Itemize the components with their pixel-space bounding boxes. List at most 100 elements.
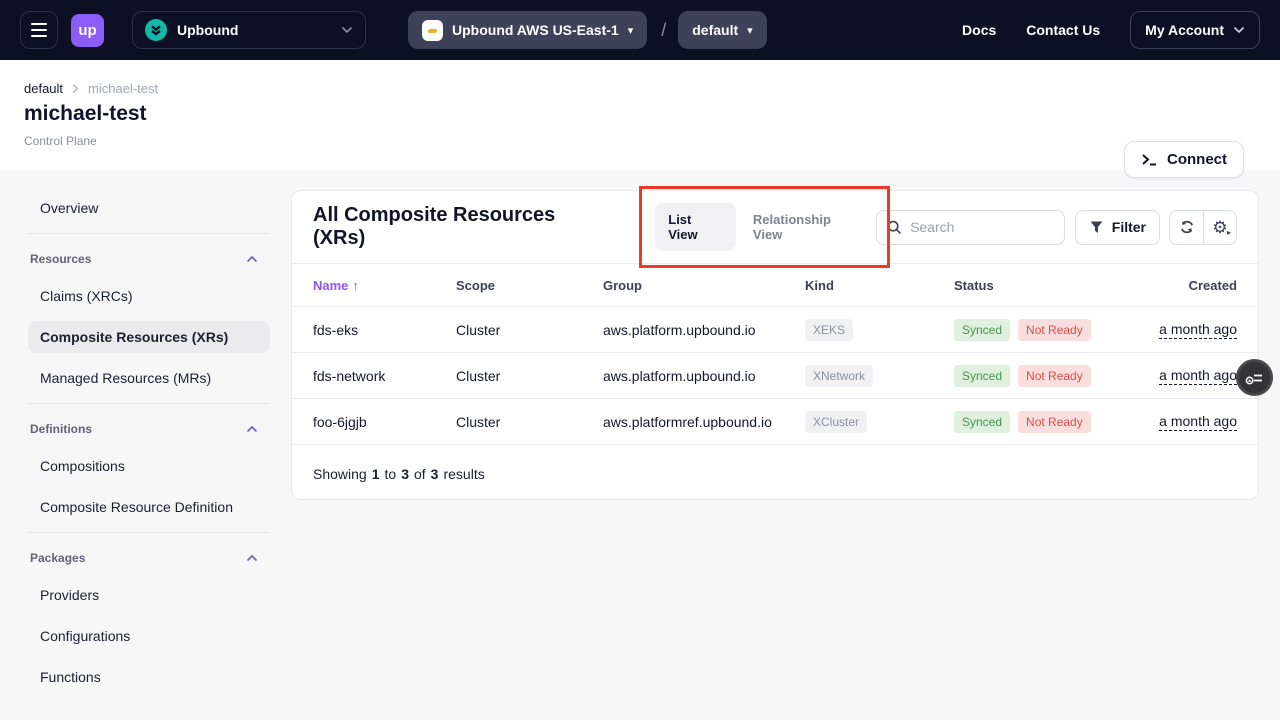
gear-icon: ⚙ [1212,219,1227,236]
sidebar-divider [28,233,270,234]
group-selector[interactable]: default ▾ [678,11,766,49]
cell-scope: Cluster [456,322,603,338]
breadcrumb-current: michael-test [88,81,158,96]
upbound-logo[interactable]: up [71,14,104,47]
organization-selector-label: Upbound [177,22,331,38]
column-header-name-label: Name [313,278,348,293]
cell-scope: Cluster [456,414,603,430]
search-box [876,210,1065,245]
table-row[interactable]: fds-network Cluster aws.platform.upbound… [292,352,1258,398]
breadcrumb: default michael-test [24,81,158,96]
sidebar-section-title: Packages [30,551,85,565]
status-badge-synced: Synced [954,319,1010,341]
cell-scope: Cluster [456,368,603,384]
status-badge-not-ready: Not Ready [1018,365,1091,387]
page-title: michael-test [24,102,147,126]
view-toggle: List View Relationship View [653,199,876,255]
sidebar-item-managed-resources[interactable]: Managed Resources (MRs) [28,362,270,394]
page-header: default michael-test michael-test Contro… [0,60,1280,170]
cell-group: aws.platform.upbound.io [603,368,805,384]
control-plane-selector[interactable]: Upbound AWS US-East-1 ▾ [408,11,647,49]
sidebar-section-title: Definitions [30,422,92,436]
auto-refresh-settings-button[interactable]: ⚙ ▸ [1203,211,1236,244]
status-badge-not-ready: Not Ready [1018,319,1091,341]
column-header-scope[interactable]: Scope [456,278,603,293]
top-navigation-bar: up Upbound Upbound AWS US-East-1 ▾ / def… [0,0,1280,60]
sidebar-section-title: Resources [30,252,91,266]
summary-word-of: of [414,466,426,482]
filter-funnel-icon [1089,220,1104,234]
sidebar-item-configurations[interactable]: Configurations [28,620,270,652]
sidebar-item-functions[interactable]: Functions [28,661,270,693]
summary-word-to: to [385,466,397,482]
search-icon [887,220,902,235]
cell-name: fds-eks [313,322,456,338]
sidebar-section-definitions[interactable]: Definitions [28,418,270,440]
cell-group: aws.platformref.upbound.io [603,414,805,430]
group-selector-label: default [692,22,738,38]
relationship-view-tab[interactable]: Relationship View [740,203,874,251]
chevron-down-icon [341,26,353,34]
sidebar-item-composite-resources[interactable]: Composite Resources (XRs) [28,321,270,353]
breadcrumb-parent[interactable]: default [24,81,63,96]
sidebar-item-composite-resource-definition[interactable]: Composite Resource Definition [28,491,270,523]
status-badge-synced: Synced [954,411,1010,433]
column-header-status[interactable]: Status [954,278,1140,293]
docs-link[interactable]: Docs [962,22,996,38]
sidebar-divider [28,532,270,533]
terminal-icon [1141,152,1158,167]
feedback-widget-button[interactable] [1236,359,1273,396]
hamburger-menu-button[interactable] [20,11,58,49]
upbound-logo-text: up [78,22,96,39]
search-input[interactable] [910,219,1050,235]
sidebar-item-claims[interactable]: Claims (XRCs) [28,280,270,312]
chevron-down-icon [1233,26,1245,34]
summary-prefix: Showing [313,466,367,482]
sidebar-section-packages[interactable]: Packages [28,547,270,569]
created-timestamp[interactable]: a month ago [1159,413,1237,431]
table-row[interactable]: fds-eks Cluster aws.platform.upbound.io … [292,306,1258,352]
summary-suffix: results [443,466,484,482]
path-separator: / [661,20,666,41]
table-header-row: Name ↑ Scope Group Kind Status Created [292,263,1258,306]
column-header-kind[interactable]: Kind [805,278,954,293]
control-plane-selector-label: Upbound AWS US-East-1 [452,22,619,38]
filter-button[interactable]: Filter [1075,210,1160,245]
connect-button[interactable]: Connect [1124,141,1244,178]
feedback-form-icon [1245,368,1265,388]
status-badge-synced: Synced [954,365,1010,387]
play-icon: ▸ [1227,228,1231,237]
summary-to: 3 [401,466,409,482]
created-timestamp[interactable]: a month ago [1159,367,1237,385]
summary-from: 1 [372,466,380,482]
created-timestamp[interactable]: a month ago [1159,321,1237,339]
contact-us-link[interactable]: Contact Us [1026,22,1100,38]
organization-avatar-icon [145,19,167,41]
chevron-up-icon [246,554,258,562]
kind-badge: XEKS [805,319,853,341]
refresh-button[interactable] [1170,211,1203,244]
chevron-right-icon [71,83,80,94]
sidebar-item-overview[interactable]: Overview [28,192,270,224]
column-header-group[interactable]: Group [603,278,805,293]
table-actions-group: ⚙ ▸ [1169,210,1237,245]
page-subtitle: Control Plane [24,134,97,148]
cell-name: fds-network [313,368,456,384]
list-view-tab[interactable]: List View [655,203,736,251]
sidebar-section-resources[interactable]: Resources [28,248,270,270]
my-account-button[interactable]: My Account [1130,11,1260,49]
sidebar-divider [28,403,270,404]
sidebar-item-compositions[interactable]: Compositions [28,450,270,482]
column-header-name[interactable]: Name ↑ [313,278,456,293]
connect-button-label: Connect [1167,151,1227,168]
cell-name: foo-6jgjb [313,414,456,430]
organization-selector[interactable]: Upbound [132,11,366,49]
caret-down-icon: ▾ [628,24,634,37]
composite-resources-panel: All Composite Resources (XRs) List View … [291,190,1259,500]
sidebar-item-providers[interactable]: Providers [28,579,270,611]
control-plane-icon [422,20,443,41]
panel-title: All Composite Resources (XRs) [313,204,607,250]
column-header-created[interactable]: Created [1189,278,1237,293]
table-row[interactable]: foo-6jgjb Cluster aws.platformref.upboun… [292,398,1258,444]
summary-total: 3 [431,466,439,482]
